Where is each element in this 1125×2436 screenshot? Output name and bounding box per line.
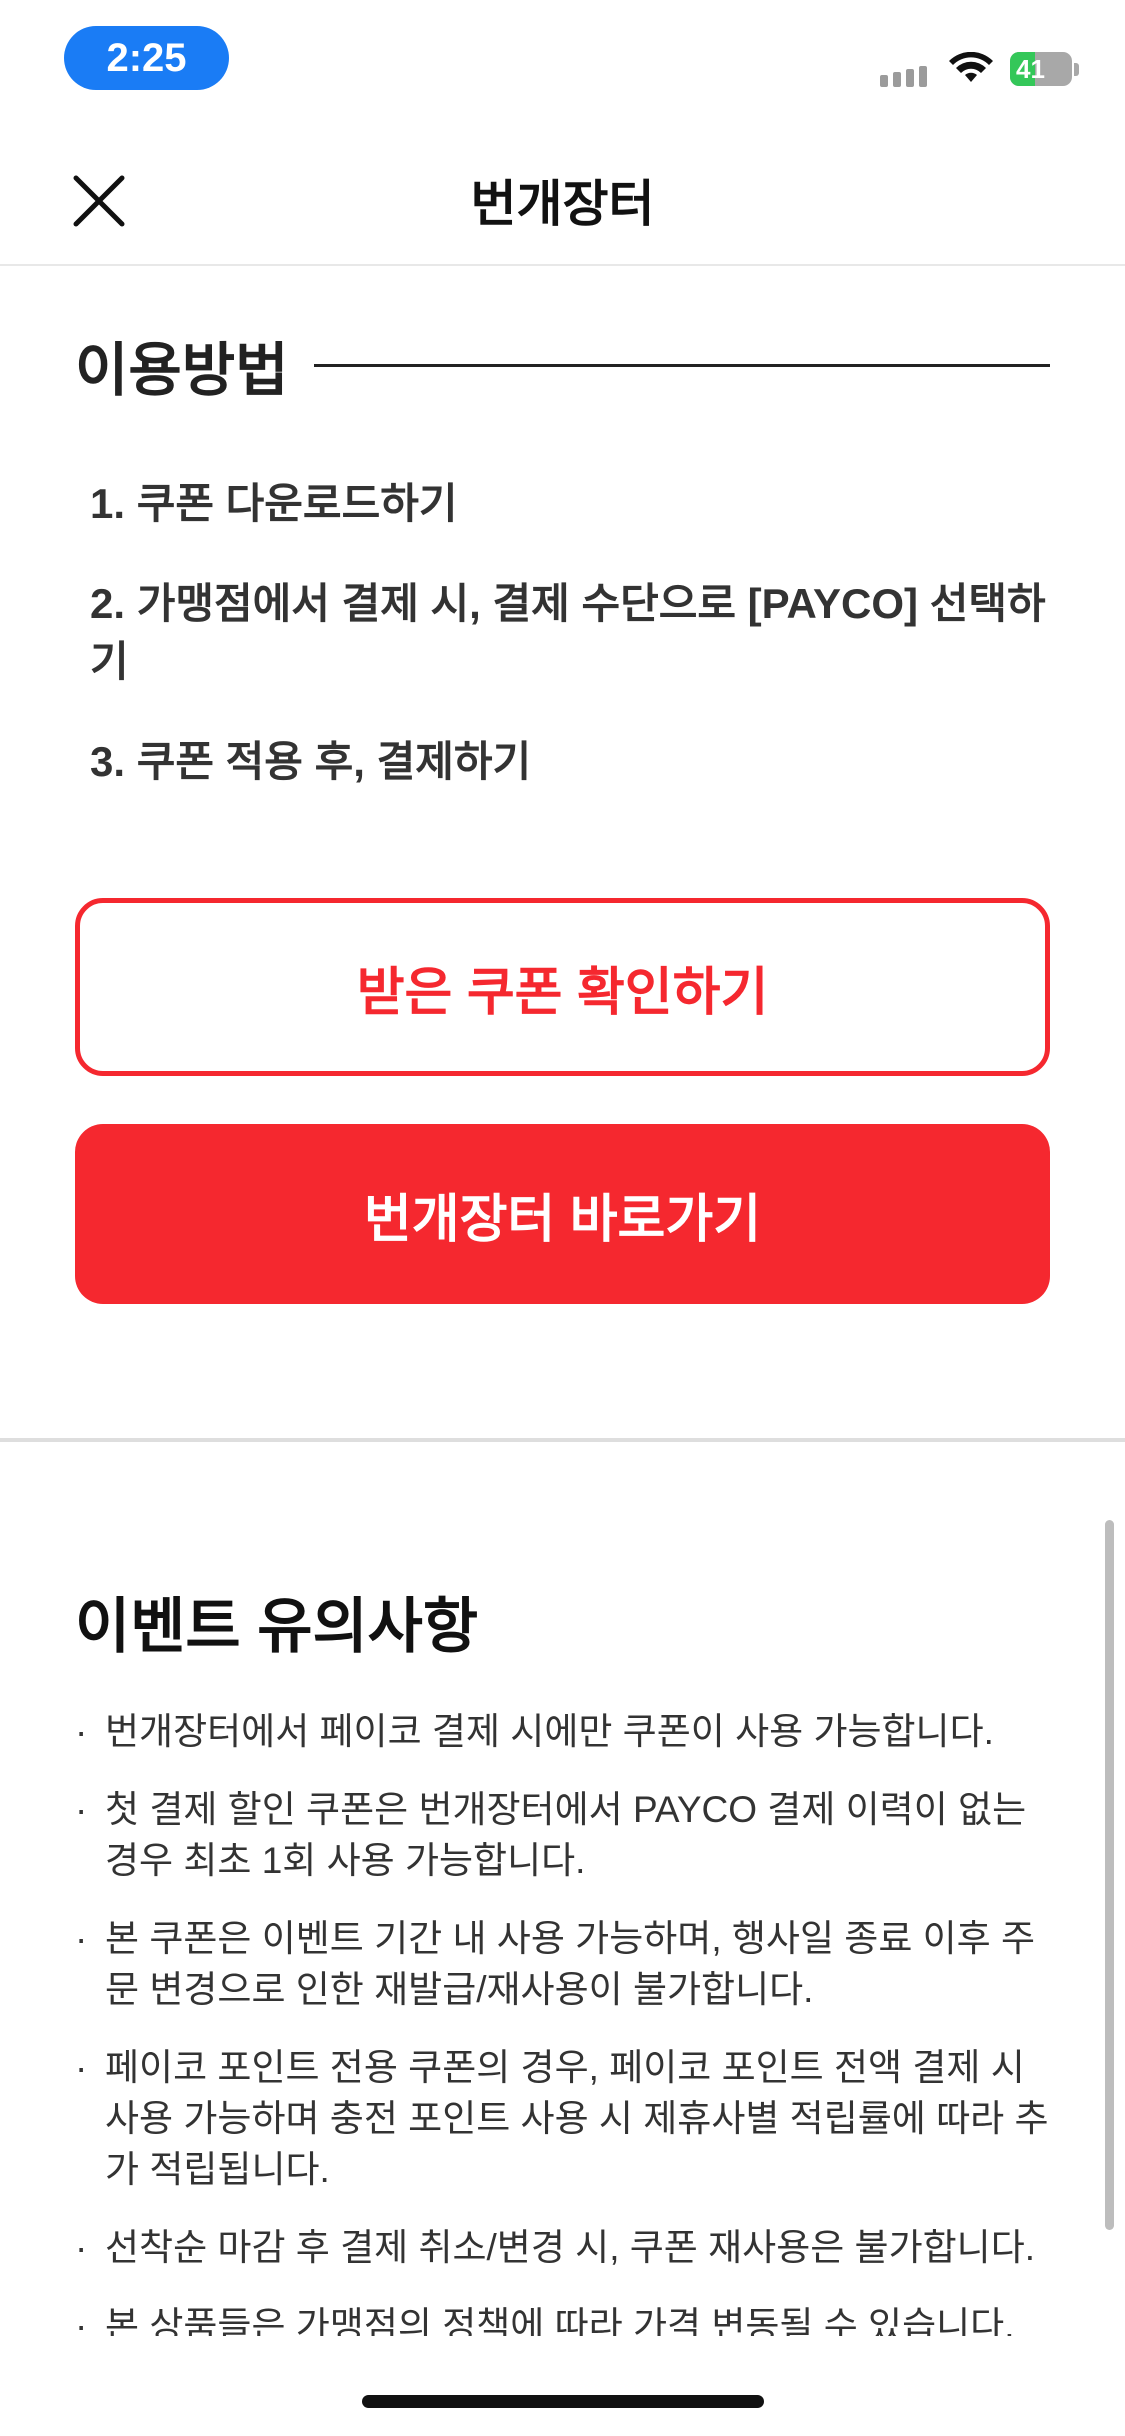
usage-step: 1. 쿠폰 다운로드하기 <box>90 480 458 527</box>
note-text: 번개장터에서 페이코 결제 시에만 쿠폰이 사용 가능합니다. <box>105 1711 994 1752</box>
usage-section-header: 이용방법 <box>75 330 1050 403</box>
usage-step: 2. 가맹점에서 결제 시, 결제 수단으로 [PAYCO] 선택하기 <box>90 580 1046 685</box>
section-divider-line <box>314 363 1050 367</box>
page-title: 번개장터 <box>470 176 655 232</box>
list-item: · 첫 결제 할인 쿠폰은 번개장터에서 PAYCO 결제 이력이 없는 경우 최… <box>75 1784 1050 1886</box>
notes-title: 이벤트 유의사항 <box>75 1593 479 1660</box>
list-item: · 페이코 포인트 전용 쿠폰의 경우, 페이코 포인트 전액 결제 시 사용 가… <box>75 2042 1050 2195</box>
home-indicator[interactable] <box>362 2395 764 2408</box>
navigation-header: 번개장터 <box>0 130 1125 266</box>
list-item: · 선착순 마감 후 결제 취소/변경 시, 쿠폰 재사용은 불가합니다. <box>75 2222 1050 2273</box>
usage-step: 3. 쿠폰 적용 후, 결제하기 <box>90 738 532 785</box>
go-bunjang-button[interactable]: 번개장터 바로가기 <box>75 1124 1050 1304</box>
bullet: · <box>75 2305 88 2336</box>
bullet: · <box>75 1711 88 1752</box>
wifi-icon <box>949 52 993 82</box>
notes-list: · 번개장터에서 페이코 결제 시에만 쿠폰이 사용 가능합니다. · 첫 결제 할… <box>75 1706 1050 2336</box>
note-text: 선착순 마감 후 결제 취소/변경 시, 쿠폰 재사용은 불가합니다. <box>105 2227 1036 2268</box>
bullet: · <box>75 1918 88 1959</box>
note-text: 페이코 포인트 전용 쿠폰의 경우, 페이코 포인트 전액 결제 시 사용 가능… <box>105 2047 1049 2190</box>
note-text: 본 쿠폰은 이벤트 기간 내 사용 가능하며, 행사일 종료 이후 주문 변경으… <box>105 1918 1036 2010</box>
check-coupon-button[interactable]: 받은 쿠폰 확인하기 <box>75 898 1050 1076</box>
list-item: · 번개장터에서 페이코 결제 시에만 쿠폰이 사용 가능합니다. <box>75 1706 1050 1757</box>
usage-steps: 1. 쿠폰 다운로드하기 2. 가맹점에서 결제 시, 결제 수단으로 [PAY… <box>90 475 1050 833</box>
status-time: 2:25 <box>64 26 229 90</box>
battery-icon: 41 <box>1010 52 1072 86</box>
section-divider <box>0 1438 1125 1442</box>
note-text: 첫 결제 할인 쿠폰은 번개장터에서 PAYCO 결제 이력이 없는 경우 최초… <box>105 1789 1027 1881</box>
battery-tip <box>1074 63 1079 76</box>
cellular-signal-icon <box>880 66 927 87</box>
usage-title: 이용방법 <box>75 338 289 403</box>
list-item: · 본 상품들은 가맹점의 정책에 따라 가격 변동될 수 있습니다. <box>75 2300 1050 2336</box>
note-text: 본 상품들은 가맹점의 정책에 따라 가격 변동될 수 있습니다. <box>105 2305 1015 2336</box>
list-item: · 본 쿠폰은 이벤트 기간 내 사용 가능하며, 행사일 종료 이후 주문 변경… <box>75 1913 1050 2015</box>
battery-percent: 41 <box>1016 53 1045 84</box>
bullet: · <box>75 2047 88 2088</box>
bullet: · <box>75 2227 88 2268</box>
scrollbar[interactable] <box>1105 1520 1114 2230</box>
bullet: · <box>75 1789 88 1830</box>
